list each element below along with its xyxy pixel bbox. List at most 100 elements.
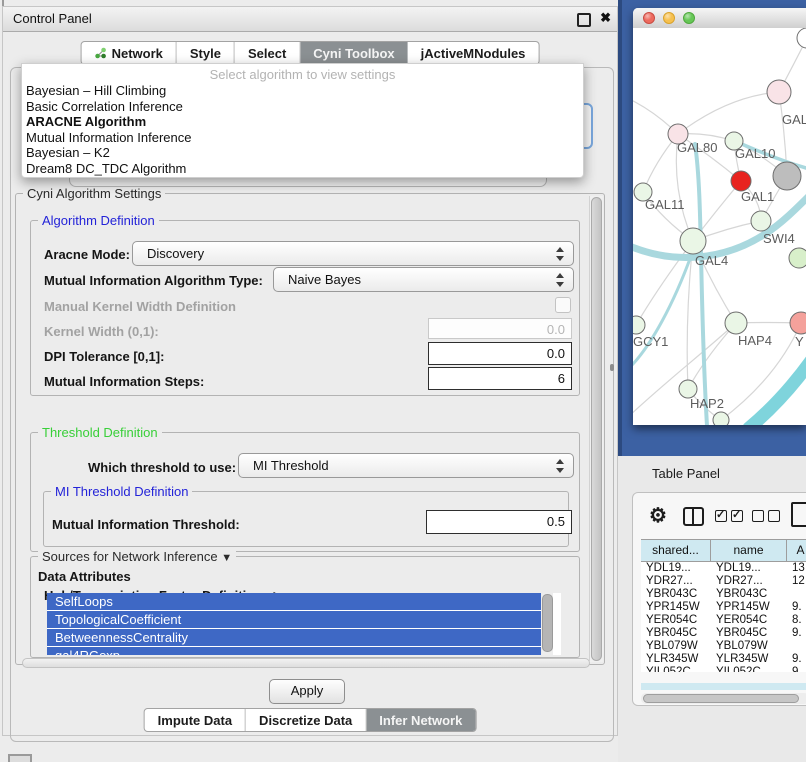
tab-style[interactable]: Style [177, 42, 235, 64]
data-attributes-list[interactable]: SelfLoopsTopologicalCoefficientBetweenne… [47, 593, 561, 655]
dropdown-item[interactable]: Dream8 DC_TDC Algorithm [22, 161, 583, 177]
network-node[interactable] [713, 412, 729, 425]
control-panel-tab-bar: Network StyleSelectCyni ToolboxjActiveMNo… [81, 41, 540, 65]
gear-icon[interactable]: ⚙ [649, 503, 667, 528]
network-node[interactable] [790, 312, 806, 334]
node-label: SWI4 [763, 231, 795, 246]
dropdown-item[interactable]: Basic Correlation Inference [22, 99, 583, 115]
dropdown-item[interactable]: Bayesian – Hill Climbing [22, 83, 583, 99]
network-canvas[interactable]: GALGAL80GAL10GAL11GAL1SWI4GAL4GCY1HAP4YH… [633, 28, 806, 425]
attributes-scrollbar[interactable] [541, 593, 553, 655]
network-node[interactable] [797, 28, 806, 48]
network-view-window[interactable]: GALGAL80GAL10GAL11GAL1SWI4GAL4GCY1HAP4YH… [633, 8, 806, 425]
column-header[interactable]: A [787, 540, 806, 561]
node-label: GAL11 [645, 197, 685, 212]
table-cell: 12 [787, 575, 806, 588]
zoom-traffic-icon[interactable] [683, 12, 695, 24]
network-node[interactable] [767, 80, 791, 104]
mi-threshold-definition-group: MI Threshold Definition Mutual Informati… [43, 491, 569, 547]
apply-button[interactable]: Apply [269, 679, 345, 704]
control-panel-titlebar: Control Panel ✖ [3, 7, 617, 32]
deselect-all-columns-icon[interactable] [752, 510, 780, 522]
network-node[interactable] [789, 248, 806, 268]
collapse-down-icon[interactable]: ▼ [221, 552, 232, 564]
table-row[interactable]: YPR145WYPR145W9. [641, 601, 806, 614]
table-cell: 13 [787, 562, 806, 575]
table-cell: 9. [787, 601, 806, 614]
attribute-item[interactable]: gal4RGexp [47, 647, 547, 655]
close-window-icon[interactable]: ✖ [600, 10, 611, 26]
dpi-tolerance-field[interactable]: 0.0 [428, 342, 572, 365]
aracne-mode-combo[interactable]: Discovery [132, 241, 574, 266]
settings-scrollbar[interactable] [589, 196, 603, 662]
table-row[interactable]: YBR045CYBR045C9. [641, 627, 806, 640]
network-node[interactable] [731, 171, 751, 191]
dropdown-item[interactable]: Bayesian – K2 [22, 145, 583, 161]
table-row[interactable]: YER054CYER054C8. [641, 614, 806, 627]
network-node[interactable] [680, 228, 706, 254]
split-columns-icon[interactable] [683, 507, 704, 526]
dropdown-item[interactable]: Mutual Information Inference [22, 130, 583, 146]
bottom-tab-discretize-data-label: Discretize Data [259, 713, 352, 728]
table-row[interactable]: YDR27...YDR27...12 [641, 575, 806, 588]
table-cell [787, 588, 806, 601]
table-cell: YDL19... [641, 562, 711, 575]
dropdown-item[interactable]: ARACNE Algorithm [22, 114, 583, 130]
table-cell: YLR345W [641, 653, 711, 666]
network-edge[interactable] [633, 256, 691, 370]
bottom-tab-bar: Impute Data Discretize Data Infer Network [144, 708, 477, 732]
close-traffic-icon[interactable] [643, 12, 655, 24]
tab-jactivemnodules[interactable]: jActiveMNodules [408, 42, 539, 64]
attribute-item[interactable]: BetweennessCentrality [47, 629, 547, 646]
network-edge[interactable] [688, 323, 736, 389]
new-table-icon[interactable] [791, 502, 806, 527]
cyni-group-title: Cyni Algorithm Settings [23, 186, 165, 201]
bottom-tab-discretize-data[interactable]: Discretize Data [246, 709, 366, 731]
table-row[interactable]: YIL052CYIL052C9. [641, 666, 806, 672]
manual-kernel-label: Manual Kernel Width Definition [44, 299, 236, 314]
network-edge[interactable] [749, 358, 806, 425]
network-edge[interactable] [678, 92, 779, 134]
table-cell: 9. [787, 653, 806, 666]
which-threshold-combo[interactable]: MI Threshold [238, 453, 574, 478]
attribute-item[interactable]: SelfLoops [47, 593, 547, 610]
combo-spinner-icon [556, 458, 565, 474]
bottom-tab-impute-data[interactable]: Impute Data [145, 709, 246, 731]
collapsed-panel-box[interactable] [8, 754, 32, 762]
network-node[interactable] [725, 312, 747, 334]
float-window-icon[interactable] [577, 13, 591, 27]
tab-cyni-toolbox[interactable]: Cyni Toolbox [300, 42, 407, 64]
attribute-item[interactable]: TopologicalCoefficient [47, 611, 547, 628]
kernel-width-field[interactable]: 0.0 [428, 318, 572, 339]
splitter-handle[interactable] [610, 364, 614, 371]
network-node[interactable] [773, 162, 801, 190]
inner-horizontal-scrollbar[interactable] [22, 658, 590, 668]
minimize-traffic-icon[interactable] [663, 12, 675, 24]
table-horizontal-scrollbar[interactable] [641, 693, 806, 704]
bottom-tab-infer-network-label: Infer Network [379, 713, 462, 728]
select-all-columns-icon[interactable] [715, 510, 743, 522]
table-panel: ⚙ shared...nameA YDL19...YDL19...13YDR27… [632, 492, 806, 706]
tab-network-label: Network [112, 46, 163, 61]
tab-network[interactable]: Network [82, 42, 177, 64]
network-window-titlebar[interactable] [633, 8, 806, 29]
bottom-tab-infer-network[interactable]: Infer Network [366, 709, 475, 731]
network-node[interactable] [751, 211, 771, 231]
table-row[interactable]: YBR043CYBR043C [641, 588, 806, 601]
table-row[interactable]: YBL079WYBL079W [641, 640, 806, 653]
manual-kernel-checkbox[interactable] [555, 297, 571, 313]
network-node[interactable] [633, 316, 645, 334]
mi-threshold-field[interactable]: 0.5 [426, 510, 572, 534]
aracne-mode-label: Aracne Mode: [44, 247, 130, 262]
network-edge[interactable] [695, 144, 707, 425]
column-header[interactable]: shared... [641, 540, 711, 561]
table-row[interactable]: YLR345WYLR345W9. [641, 653, 806, 666]
algorithm-dropdown-prompt: Select algorithm to view settings [22, 64, 583, 83]
mi-type-combo[interactable]: Naive Bayes [273, 267, 574, 292]
table-row[interactable]: YDL19...YDL19...13 [641, 562, 806, 575]
mi-steps-field[interactable]: 6 [428, 367, 572, 390]
tab-select[interactable]: Select [235, 42, 300, 64]
column-header[interactable]: name [711, 540, 787, 561]
kernel-width-label: Kernel Width (0,1): [44, 324, 159, 339]
table-cell [787, 640, 806, 653]
